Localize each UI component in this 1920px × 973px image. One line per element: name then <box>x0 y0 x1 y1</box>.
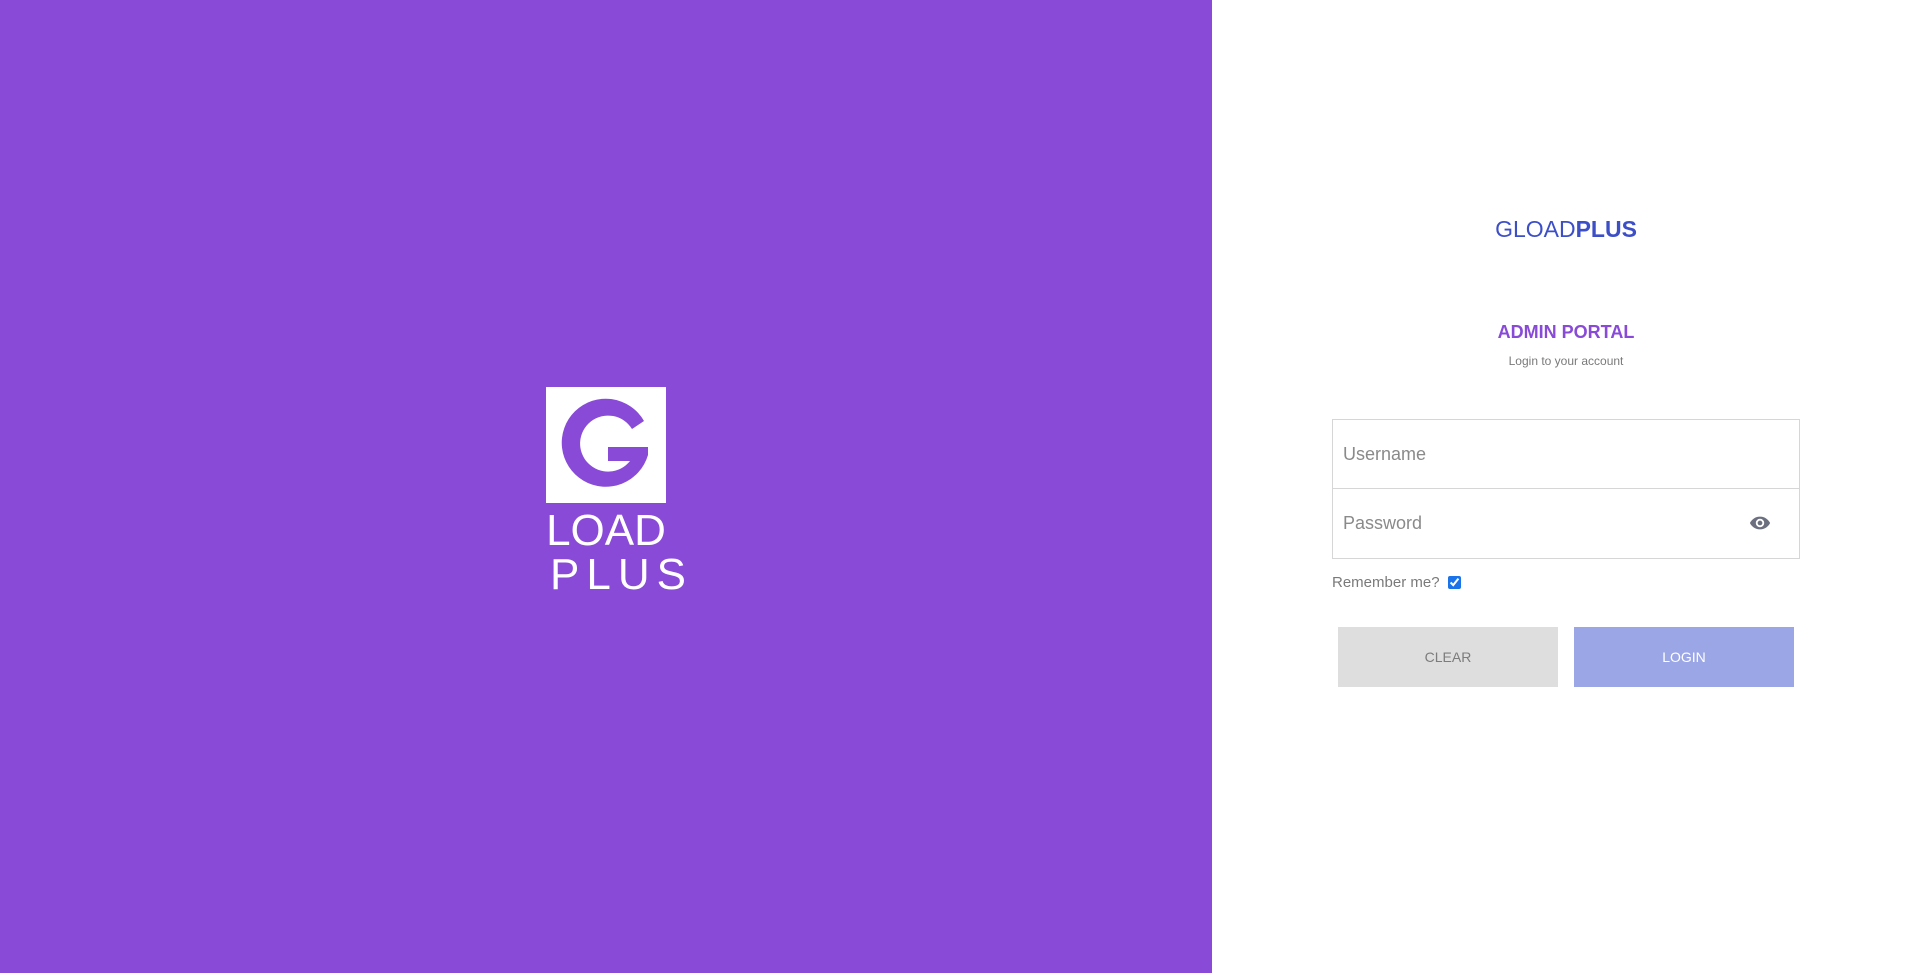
brand-word-plus: PLUS <box>550 550 693 599</box>
logo-text-thin: GLOAD <box>1495 216 1576 242</box>
clear-button[interactable]: CLEAR <box>1338 627 1558 687</box>
username-input[interactable] <box>1333 420 1733 488</box>
login-panel: GLOADPLUS ADMIN PORTAL Login to your acc… <box>1212 0 1920 973</box>
password-input[interactable] <box>1333 489 1733 558</box>
brand-word-load: LOAD <box>546 506 666 555</box>
g-letter-icon <box>561 398 648 487</box>
brand-g-tile <box>546 387 666 503</box>
login-button[interactable]: LOGIN <box>1574 627 1794 687</box>
brand-logo: LOAD PLUS <box>546 387 693 599</box>
password-field-wrapper <box>1332 489 1800 559</box>
page-title: ADMIN PORTAL <box>1497 322 1635 342</box>
logo-text-bold: PLUS <box>1575 216 1637 242</box>
username-field-wrapper <box>1332 419 1800 489</box>
page-subtitle: Login to your account <box>1508 354 1624 368</box>
app-logo-text: GLOADPLUS <box>1332 216 1800 243</box>
remember-me-checkbox[interactable] <box>1447 576 1461 589</box>
remember-me-row[interactable]: Remember me? <box>1332 574 1461 591</box>
login-page: LOAD PLUS GLOADPLUS ADMIN PORTAL Login t… <box>0 0 1920 973</box>
remember-me-label: Remember me? <box>1332 574 1440 591</box>
brand-panel: LOAD PLUS <box>0 0 1212 973</box>
eye-icon[interactable] <box>1749 514 1771 532</box>
